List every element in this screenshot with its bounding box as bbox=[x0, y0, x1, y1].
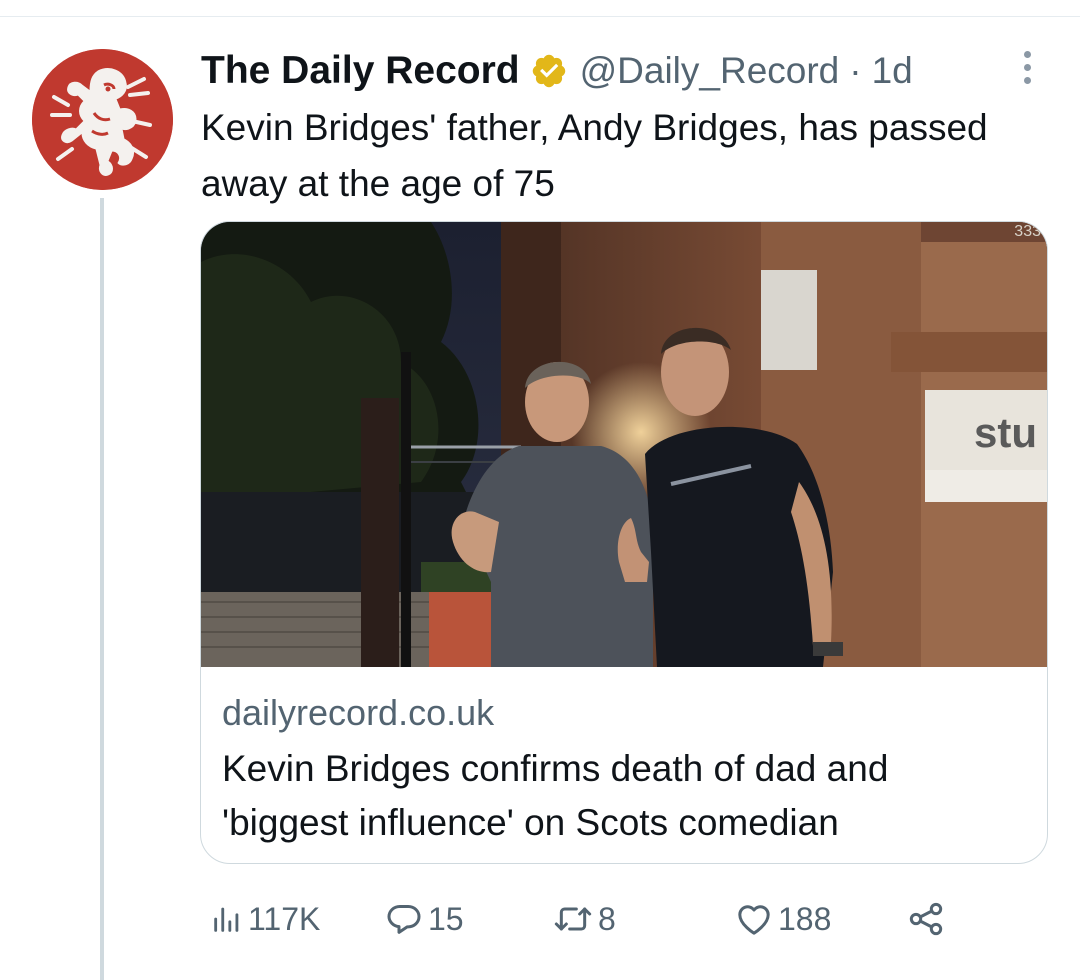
views-count: 117K bbox=[248, 900, 321, 937]
retweets-count: 8 bbox=[598, 900, 616, 937]
tweet-header: The Daily Record @Daily_Record · 1d bbox=[201, 48, 913, 94]
tweet-action-bar: 117K 15 8 188 bbox=[200, 895, 960, 943]
lion-rampant-logo-icon bbox=[32, 49, 173, 190]
reply-button[interactable]: 15 bbox=[384, 895, 464, 943]
verified-badge-icon[interactable] bbox=[530, 52, 568, 90]
replies-count: 15 bbox=[428, 900, 464, 937]
author-display-name[interactable]: The Daily Record bbox=[201, 49, 520, 93]
like-button[interactable]: 188 bbox=[734, 895, 831, 943]
top-divider bbox=[0, 16, 1080, 17]
building-number-text: 333 bbox=[1014, 223, 1041, 240]
likes-count: 188 bbox=[778, 900, 832, 937]
reply-bubble-icon bbox=[387, 905, 421, 934]
author-avatar[interactable] bbox=[32, 49, 173, 190]
link-preview-card[interactable]: stu 333 dailyrecord.co.uk Kevin Bridges … bbox=[200, 221, 1048, 864]
card-title[interactable]: Kevin Bridges confirms death of dad and … bbox=[222, 742, 1022, 850]
share-icon bbox=[909, 902, 943, 936]
share-button[interactable] bbox=[906, 895, 946, 943]
tweet-screen: The Daily Record @Daily_Record · 1d Kevi… bbox=[0, 0, 1080, 980]
views-button[interactable]: 117K bbox=[210, 895, 320, 943]
thread-connector-line bbox=[100, 198, 104, 980]
retweet-button[interactable]: 8 bbox=[552, 895, 616, 943]
sign-text: stu bbox=[974, 409, 1037, 456]
retweet-icon bbox=[554, 907, 592, 931]
more-options-icon[interactable] bbox=[1012, 44, 1042, 90]
author-handle[interactable]: @Daily_Record bbox=[580, 50, 840, 92]
tweet-timestamp[interactable]: 1d bbox=[872, 50, 913, 92]
card-domain[interactable]: dailyrecord.co.uk bbox=[222, 692, 494, 734]
article-thumbnail-image[interactable]: stu 333 bbox=[201, 222, 1048, 667]
heart-icon bbox=[738, 905, 770, 935]
tweet-text: Kevin Bridges' father, Andy Bridges, has… bbox=[201, 107, 988, 204]
views-bar-chart-icon bbox=[214, 907, 239, 932]
header-separator: · bbox=[849, 50, 862, 91]
